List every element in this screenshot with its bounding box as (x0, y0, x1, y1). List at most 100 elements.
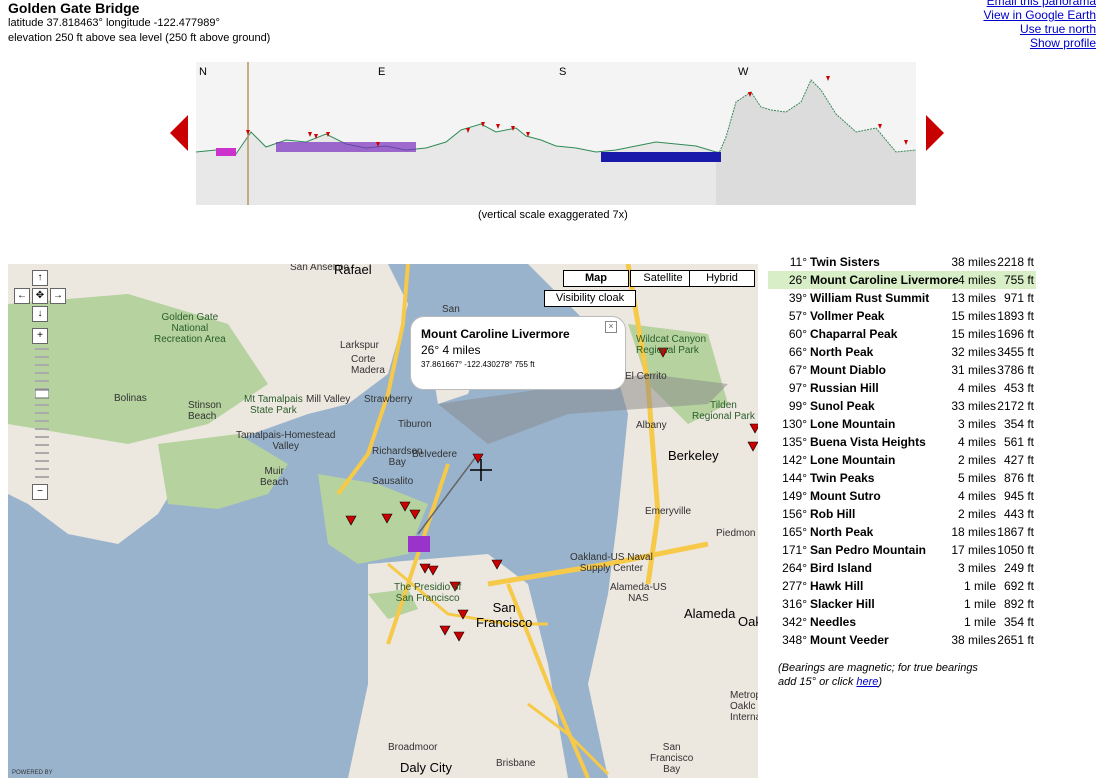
location-elevation: elevation 250 ft above sea level (250 ft… (8, 32, 271, 44)
panorama-links: Email this panorama View in Google Earth… (983, 0, 1096, 50)
pan-left-arrow-icon[interactable] (170, 115, 188, 151)
peak-distance: 4 miles (957, 489, 996, 503)
peak-distance: 38 miles (951, 255, 996, 269)
peak-row[interactable]: 99° Sunol Peak 33 miles 2172 ft (768, 397, 1036, 415)
peak-height: 945 ft (1003, 489, 1034, 503)
peak-name: Needles (810, 615, 857, 629)
pan-down-icon[interactable]: ↓ (32, 306, 48, 322)
label-mt-tamalpais: Mt Tamalpais State Park (244, 394, 303, 416)
pan-left-icon[interactable]: ← (14, 288, 30, 304)
true-north-link[interactable]: Use true north (983, 22, 1096, 36)
label-san-francisco: San Francisco (476, 600, 533, 630)
peak-height: 354 ft (1003, 615, 1034, 629)
peak-height: 3786 ft (997, 363, 1034, 377)
peak-name: Rob Hill (810, 507, 856, 521)
popup-close-icon[interactable]: × (605, 321, 617, 333)
email-panorama-link[interactable]: Email this panorama (983, 0, 1096, 8)
note-tail: ) (878, 676, 883, 688)
peak-height: 692 ft (1003, 579, 1034, 593)
panorama-profile[interactable] (195, 62, 917, 205)
peak-name: Russian Hill (810, 381, 879, 395)
info-popup: Mount Caroline Livermore 26° 4 miles 37.… (410, 316, 626, 390)
popup-title: Mount Caroline Livermore (421, 327, 570, 341)
map-type-hybrid-button[interactable]: Hybrid (689, 270, 755, 287)
zoom-in-icon[interactable]: + (32, 328, 48, 344)
true-bearing-link[interactable]: here (856, 676, 878, 688)
peak-height: 1893 ft (997, 309, 1034, 323)
pan-right-arrow-icon[interactable] (926, 115, 944, 151)
label-berkeley: Berkeley (668, 448, 719, 463)
peak-distance: 2 miles (957, 453, 996, 467)
label-sf-bay: San Francisco Bay (650, 742, 694, 775)
google-earth-link[interactable]: View in Google Earth (983, 8, 1096, 22)
peak-distance: 4 miles (957, 273, 996, 287)
peak-row[interactable]: 149° Mount Sutro 4 miles 945 ft (768, 487, 1036, 505)
note-line2: add 15° or click (778, 676, 857, 688)
peak-row[interactable]: 156° Rob Hill 2 miles 443 ft (768, 505, 1036, 523)
peak-row[interactable]: 165° North Peak 18 miles 1867 ft (768, 523, 1036, 541)
peak-row[interactable]: 277° Hawk Hill 1 mile 692 ft (768, 577, 1036, 595)
peak-bearing: 66° (788, 345, 807, 359)
peak-bearing: 67° (788, 363, 807, 377)
peak-row[interactable]: 67° Mount Diablo 31 miles 3786 ft (768, 361, 1036, 379)
map-view[interactable]: San Anselmo Rafael Golden Gate National … (8, 264, 758, 778)
peak-name: North Peak (810, 345, 874, 359)
peak-height: 3455 ft (997, 345, 1034, 359)
peak-bearing: 149° (782, 489, 807, 503)
reset-view-icon[interactable]: ✥ (32, 288, 48, 304)
peak-row[interactable]: 66° North Peak 32 miles 3455 ft (768, 343, 1036, 361)
peak-height: 1696 ft (997, 327, 1034, 341)
pan-right-icon[interactable]: → (50, 288, 66, 304)
peak-distance: 15 miles (951, 327, 996, 341)
peak-bearing: 57° (788, 309, 807, 323)
show-profile-link[interactable]: Show profile (983, 36, 1096, 50)
peak-row[interactable]: 144° Twin Peaks 5 miles 876 ft (768, 469, 1036, 487)
peak-row[interactable]: 60° Chaparral Peak 15 miles 1696 ft (768, 325, 1036, 343)
label-oak: Oak (738, 614, 758, 629)
label-oakland-naval: Oakland-US Naval Supply Center (570, 552, 653, 574)
popup-coordinates: 37.861667° -122.430278° 755 ft (421, 360, 535, 369)
peak-name: Slacker Hill (810, 597, 875, 611)
label-el-cerrito: El Cerrito (625, 371, 667, 382)
peak-bearing: 342° (782, 615, 807, 629)
peak-height: 249 ft (1003, 561, 1034, 575)
zoom-slider[interactable] (35, 344, 49, 484)
peak-height: 453 ft (1003, 381, 1034, 395)
zoom-out-icon[interactable]: − (32, 484, 48, 500)
peak-row[interactable]: 26° Mount Caroline Livermore 4 miles 755 ft (768, 271, 1036, 289)
label-presidio: The Presidio of San Francisco (394, 582, 462, 604)
label-daly-city: Daly City (400, 760, 453, 775)
peak-distance: 38 miles (951, 633, 996, 647)
pan-up-icon[interactable]: ↑ (32, 270, 48, 286)
peak-bearing: 156° (782, 507, 807, 521)
peak-row[interactable]: 97° Russian Hill 4 miles 453 ft (768, 379, 1036, 397)
peak-row[interactable]: 142° Lone Mountain 2 miles 427 ft (768, 451, 1036, 469)
peak-row[interactable]: 171° San Pedro Mountain 17 miles 1050 ft (768, 541, 1036, 559)
note-line1: (Bearings are magnetic; for true bearing… (778, 662, 978, 674)
peak-bearing: 144° (782, 471, 807, 485)
peak-name: Vollmer Peak (810, 309, 885, 323)
location-title: Golden Gate Bridge (8, 0, 140, 16)
peak-row[interactable]: 135° Buena Vista Heights 4 miles 561 ft (768, 433, 1036, 451)
map-type-satellite-button[interactable]: Satellite (630, 270, 696, 287)
peak-row[interactable]: 11° Twin Sisters 38 miles 2218 ft (768, 253, 1036, 271)
peak-bearing: 99° (788, 399, 807, 413)
label-bolinas: Bolinas (114, 393, 147, 404)
peak-row[interactable]: 316° Slacker Hill 1 mile 892 ft (768, 595, 1036, 613)
peak-bearing: 277° (782, 579, 807, 593)
peak-distance: 1 mile (963, 597, 996, 611)
peak-row[interactable]: 130° Lone Mountain 3 miles 354 ft (768, 415, 1036, 433)
peak-bearing: 264° (782, 561, 807, 575)
visibility-cloak-button[interactable]: Visibility cloak (544, 290, 636, 307)
peak-row[interactable]: 39° William Rust Summit 13 miles 971 ft (768, 289, 1036, 307)
peak-row[interactable]: 348° Mount Veeder 38 miles 2651 ft (768, 631, 1036, 649)
peak-name: Buena Vista Heights (810, 435, 926, 449)
label-albany: Albany (636, 420, 667, 431)
peak-row[interactable]: 57° Vollmer Peak 15 miles 1893 ft (768, 307, 1036, 325)
peak-row[interactable]: 342° Needles 1 mile 354 ft (768, 613, 1036, 631)
label-tilden-park: Tilden Regional Park (692, 400, 755, 422)
peak-row[interactable]: 264° Bird Island 3 miles 249 ft (768, 559, 1036, 577)
label-piedmont: Piedmon (716, 528, 756, 539)
peak-bearing: 11° (789, 255, 807, 269)
map-type-map-button[interactable]: Map (563, 270, 629, 287)
